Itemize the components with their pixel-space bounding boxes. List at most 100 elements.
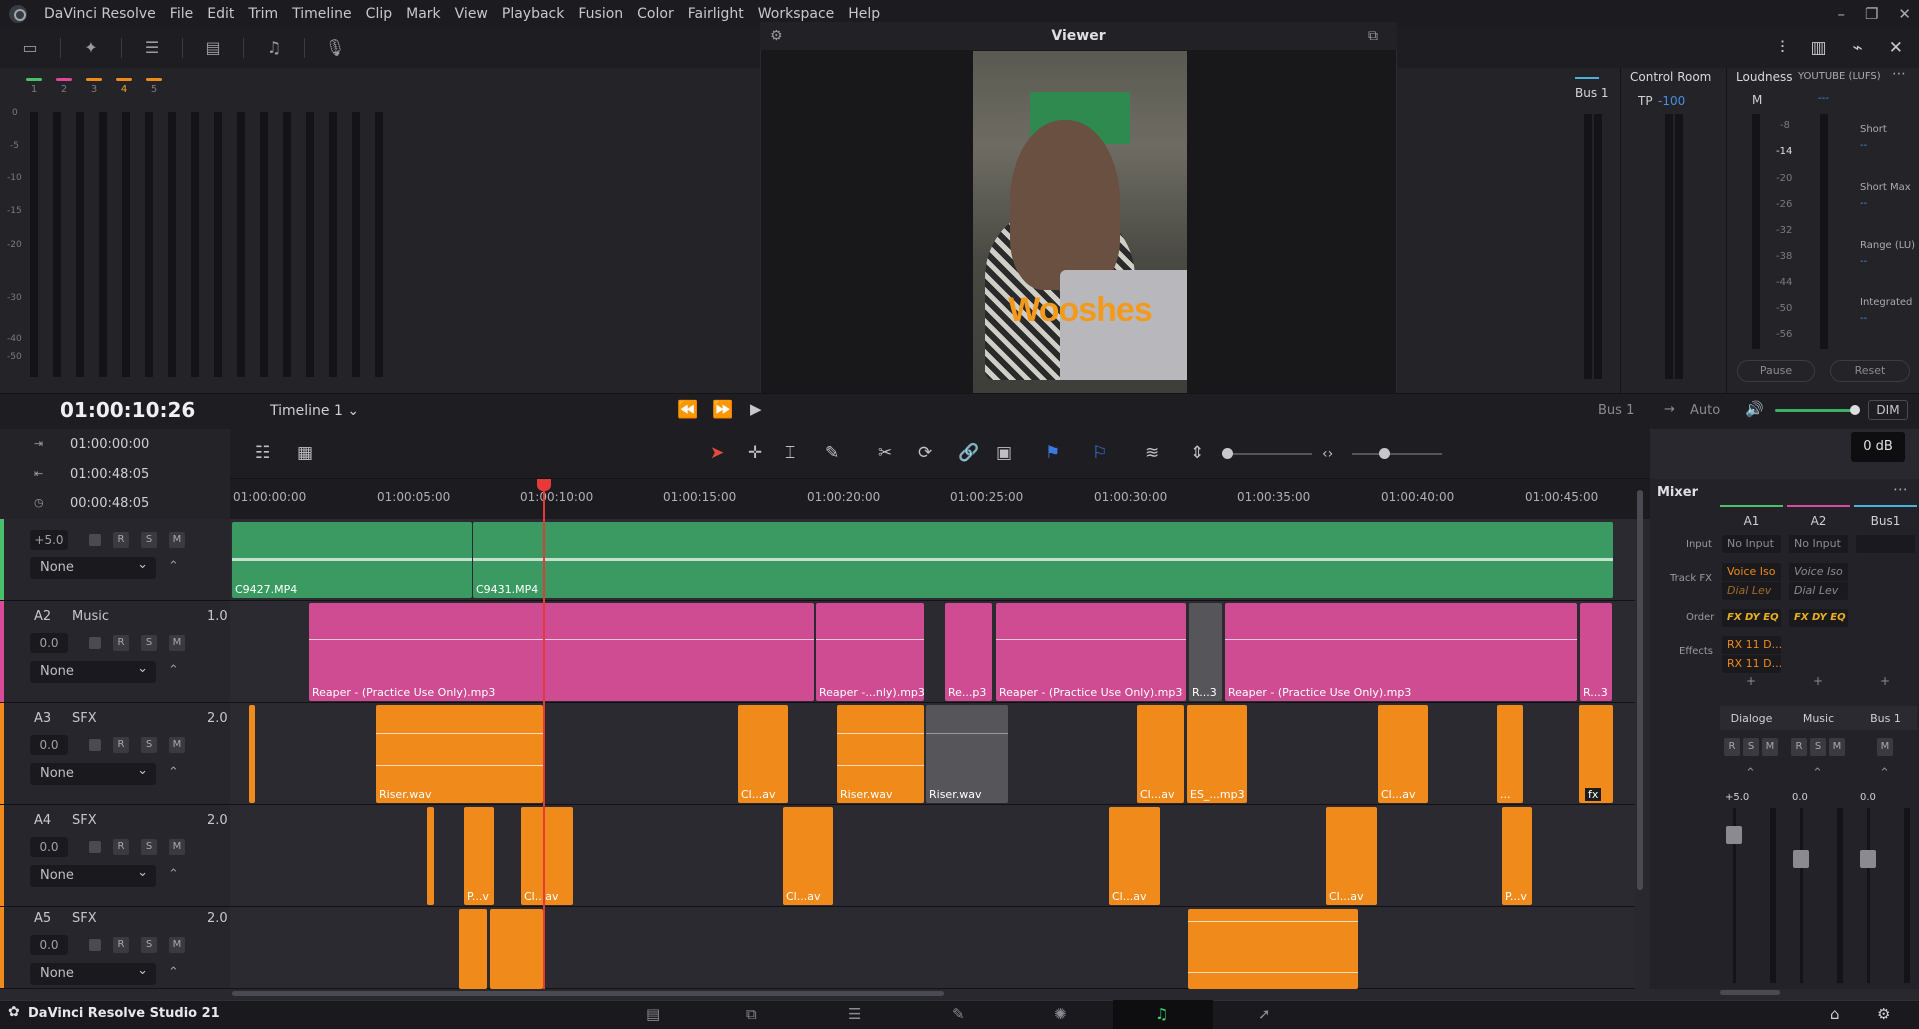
app-menu[interactable]: DaVinci Resolve <box>37 6 163 22</box>
audio-clip[interactable]: R...3 <box>1580 603 1612 701</box>
effect-slot[interactable]: RX 11 D... <box>1722 636 1781 654</box>
track-volume[interactable]: 0.0 <box>30 735 68 755</box>
track-fx-slot[interactable]: Dial Lev <box>1789 582 1848 600</box>
audio-clip[interactable]: ... <box>1497 705 1523 803</box>
razor-icon[interactable]: ✂ <box>878 443 892 463</box>
mute-button[interactable]: M <box>169 532 185 548</box>
menu-help[interactable]: Help <box>841 6 887 22</box>
cut-page-icon[interactable]: ⧉ <box>746 1005 757 1023</box>
lock-icon[interactable] <box>89 841 101 853</box>
menu-color[interactable]: Color <box>630 6 681 22</box>
record-arm-button[interactable]: R <box>113 635 129 651</box>
menu-fusion[interactable]: Fusion <box>571 6 630 22</box>
audio-clip[interactable]: Cl...av <box>521 807 573 905</box>
timeline-scrollbar[interactable] <box>232 991 944 996</box>
track-fx-dropdown[interactable]: None <box>30 960 156 985</box>
audio-clip[interactable]: P...v <box>464 807 494 905</box>
fairlight-page-icon[interactable]: ♫ <box>1155 1005 1168 1023</box>
input-selector[interactable] <box>1856 535 1915 553</box>
audio-clip[interactable]: Cl...av <box>738 705 788 803</box>
close-icon[interactable]: ✕ <box>1898 5 1911 23</box>
horizontal-zoom-icon[interactable]: ‹› <box>1322 446 1333 462</box>
mute-button[interactable]: M <box>1877 738 1893 756</box>
playhead-handle[interactable] <box>537 479 551 491</box>
slider-handle[interactable] <box>1850 405 1860 415</box>
track-header-a5[interactable]: A5 SFX 2.0 0.0 R S M None ⌃ <box>0 907 230 989</box>
range-tool-icon[interactable]: ✛ <box>748 443 762 463</box>
audio-clip[interactable]: Cl...av <box>1326 807 1377 905</box>
menu-file[interactable]: File <box>163 6 200 22</box>
edit-tool-icon[interactable]: ⌶ <box>785 443 795 463</box>
add-effect-button[interactable]: + <box>1745 674 1757 688</box>
track-fx-dropdown[interactable]: None <box>30 760 156 785</box>
marker-icon[interactable]: ⚑ <box>1045 443 1060 463</box>
rewind-icon[interactable]: ⏪ <box>677 400 698 420</box>
audio-clip[interactable]: fx <box>1579 705 1613 803</box>
track-volume[interactable]: 0.0 <box>30 633 68 653</box>
lock-icon[interactable] <box>89 534 101 546</box>
track-name[interactable]: SFX <box>72 911 97 926</box>
track-volume[interactable]: 0.0 <box>30 935 68 955</box>
mixer-scrollbar[interactable] <box>1720 990 1780 995</box>
automation-icon[interactable]: ⌃ <box>168 867 179 882</box>
fusion-page-icon[interactable]: ✎ <box>952 1005 965 1023</box>
audio-clip[interactable]: P...v <box>1502 807 1532 905</box>
menu-mark[interactable]: Mark <box>399 6 448 22</box>
automation-icon[interactable]: ⌃ <box>168 663 179 678</box>
channel-3[interactable]: 3 <box>86 78 102 95</box>
mute-button[interactable]: M <box>169 937 185 953</box>
media-page-icon[interactable]: ▤ <box>646 1005 660 1023</box>
audio-clip-disabled[interactable]: R...3 <box>1189 603 1222 701</box>
pan-icon[interactable]: ⌃ <box>1879 766 1890 781</box>
home-icon[interactable]: ⌂ <box>1830 1005 1840 1023</box>
track-volume[interactable]: +5.0 <box>30 530 68 550</box>
slider-handle[interactable] <box>1222 448 1233 459</box>
viewer-popout-icon[interactable]: ⧉ <box>1368 28 1378 44</box>
solo-button[interactable]: S <box>141 839 157 855</box>
effects-library-icon[interactable]: ✦ <box>79 37 103 59</box>
audio-clip[interactable]: Cl...av <box>1109 807 1160 905</box>
track-name[interactable]: SFX <box>72 813 97 828</box>
menu-view[interactable]: View <box>448 6 495 22</box>
mute-button[interactable]: M <box>1762 738 1778 756</box>
menu-clip[interactable]: Clip <box>359 6 399 22</box>
track-lane-a5[interactable] <box>230 907 1635 989</box>
link-icon[interactable]: 🔗 <box>958 443 979 463</box>
record-arm-button[interactable]: R <box>113 737 129 753</box>
play-icon[interactable]: ▶ <box>750 400 762 418</box>
auto-track-icon[interactable]: ▣ <box>996 443 1012 463</box>
pencil-tool-icon[interactable]: ✎ <box>825 443 839 463</box>
track-fx-slot[interactable]: Voice Iso <box>1789 563 1848 581</box>
playhead[interactable] <box>543 479 545 989</box>
add-effect-button[interactable]: + <box>1879 674 1891 688</box>
audio-clip[interactable]: Reaper - (Practice Use Only).mp3 <box>1225 603 1577 701</box>
audio-clip[interactable] <box>427 807 434 905</box>
reset-button[interactable]: Reset <box>1830 360 1910 382</box>
track-fx-slot[interactable]: Dial Lev <box>1722 582 1781 600</box>
waveform-icon[interactable]: ≋ <box>1145 443 1159 463</box>
settings-gear-icon[interactable]: ⚙ <box>1877 1005 1890 1023</box>
flag-icon[interactable]: ⚐ <box>1092 443 1107 463</box>
audio-clip[interactable]: C9431.MP4 <box>473 522 1613 598</box>
track-header-a4[interactable]: A4 SFX 2.0 0.0 R S M None ⌃ <box>0 805 230 907</box>
solo-button[interactable]: S <box>141 635 157 651</box>
edit-page-icon[interactable]: ☰ <box>848 1005 861 1023</box>
record-arm-button[interactable]: R <box>1791 738 1807 756</box>
inspector-icon[interactable]: ✕ <box>1889 38 1903 58</box>
adr-icon[interactable]: ♫ <box>262 37 286 59</box>
channel-name[interactable]: Dialoge <box>1720 712 1783 725</box>
track-volume[interactable]: 0.0 <box>30 837 68 857</box>
pause-button[interactable]: Pause <box>1737 360 1815 382</box>
audio-clip[interactable]: Riser.wav <box>837 705 924 803</box>
mute-button[interactable]: M <box>1829 738 1845 756</box>
menu-workspace[interactable]: Workspace <box>751 6 842 22</box>
automation-icon[interactable]: ⌃ <box>168 965 179 980</box>
menu-edit[interactable]: Edit <box>200 6 241 22</box>
pan-icon[interactable]: ⌃ <box>1745 766 1756 781</box>
menu-playback[interactable]: Playback <box>495 6 571 22</box>
lock-icon[interactable] <box>89 739 101 751</box>
menu-fairlight[interactable]: Fairlight <box>681 6 751 22</box>
audio-clip[interactable] <box>459 909 487 989</box>
timeline-vertical-scrollbar[interactable] <box>1637 490 1643 890</box>
channel-1[interactable]: 1 <box>26 78 42 95</box>
